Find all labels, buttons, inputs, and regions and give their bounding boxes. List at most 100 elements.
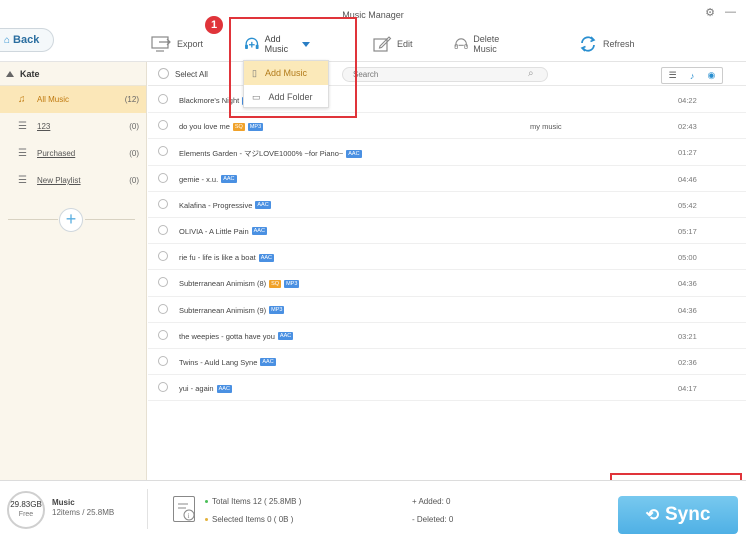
row-checkbox[interactable] bbox=[158, 303, 168, 314]
edit-icon bbox=[373, 36, 392, 52]
track-duration: 02:36 bbox=[678, 357, 697, 367]
list-view-icon[interactable]: ☰ bbox=[669, 70, 677, 81]
minimize-icon[interactable]: — bbox=[725, 6, 736, 19]
track-duration: 05:00 bbox=[678, 253, 697, 263]
export-icon bbox=[151, 36, 171, 52]
annotation-number-1: 1 bbox=[205, 16, 223, 34]
refresh-button[interactable]: Refresh bbox=[578, 30, 635, 58]
sidebar-item-purchased[interactable]: ☰ Purchased (0) bbox=[0, 140, 146, 167]
track-title-text: Subterranean Animism (9) bbox=[179, 305, 267, 315]
add-playlist-button[interactable]: + bbox=[59, 208, 83, 232]
sidebar-item-all-music[interactable]: ♫ All Music (12) bbox=[0, 86, 146, 113]
format-badge: MP3 bbox=[284, 279, 300, 288]
home-icon: ⌂ bbox=[4, 34, 11, 46]
track-title: Elements Garden - マジLOVE1000% ~for Piano… bbox=[179, 148, 362, 159]
table-row[interactable]: OLIVIA - A Little Pain AAC 05:17 bbox=[148, 218, 746, 245]
table-row[interactable]: gemie - x.u. AAC 04:46 bbox=[148, 166, 746, 192]
settings-icon[interactable]: ⚙ bbox=[705, 6, 715, 19]
track-title: Subterranean Animism (9) MP3 bbox=[179, 305, 285, 315]
collapse-icon[interactable] bbox=[6, 70, 14, 77]
format-badge: AAC bbox=[216, 384, 232, 393]
sidebar-item-label: 123 bbox=[37, 122, 51, 131]
row-checkbox[interactable] bbox=[158, 172, 168, 183]
edit-button[interactable]: Edit bbox=[372, 30, 413, 58]
search-icon[interactable]: ⌕ bbox=[528, 68, 534, 79]
format-badge: AAC bbox=[260, 358, 276, 367]
row-checkbox[interactable] bbox=[158, 329, 168, 340]
app-title: Music Manager bbox=[342, 10, 404, 20]
total-dot-icon bbox=[205, 500, 208, 504]
format-badge: MP3 bbox=[269, 306, 285, 314]
annotation-box-1 bbox=[229, 17, 357, 118]
table-row[interactable]: Twins - Auld Lang Syne AAC 02:36 bbox=[148, 349, 746, 376]
track-album: my music bbox=[530, 122, 562, 132]
track-title: Subterranean Animism (8) SQ MP3 bbox=[179, 279, 300, 288]
disc-view-icon[interactable]: ◉ bbox=[708, 70, 716, 81]
storage-free-label: Free bbox=[18, 511, 34, 518]
track-title-text: Elements Garden - マジLOVE1000% ~for Piano… bbox=[179, 149, 344, 159]
delete-music-button[interactable]: Delete Music bbox=[454, 30, 507, 58]
row-checkbox[interactable] bbox=[158, 251, 168, 262]
table-row[interactable]: yui - again AAC 04:17 bbox=[148, 375, 746, 402]
sync-button[interactable]: ⟲ Sync bbox=[618, 496, 738, 534]
row-checkbox[interactable] bbox=[158, 94, 168, 104]
format-badge: MP3 bbox=[247, 122, 264, 131]
table-row[interactable]: Subterranean Animism (8) SQ MP3 04:36 bbox=[148, 270, 746, 297]
table-row[interactable]: Subterranean Animism (9) MP3 04:36 bbox=[148, 297, 746, 323]
track-title: Twins - Auld Lang Syne AAC bbox=[179, 358, 276, 367]
track-title: yui - again AAC bbox=[179, 384, 232, 393]
back-label: Back bbox=[13, 34, 40, 46]
format-badge: SQ bbox=[269, 279, 282, 288]
add-playlist: + bbox=[0, 208, 147, 232]
sidebar-item-count: (12) bbox=[124, 95, 139, 104]
table-row[interactable]: the weepies - gotta have you AAC 03:21 bbox=[148, 323, 746, 349]
info-icon: i bbox=[173, 496, 195, 522]
row-checkbox[interactable] bbox=[158, 382, 168, 393]
status-bar: 29.83GB Free Music 12items / 25.8MB i To… bbox=[0, 480, 746, 538]
playlist-icon: ☰ bbox=[18, 121, 27, 132]
delete-music-icon bbox=[454, 38, 468, 49]
divider bbox=[85, 219, 135, 220]
row-checkbox[interactable] bbox=[158, 120, 168, 131]
table-row[interactable]: rie fu - life is like a boat AAC 05:00 bbox=[148, 244, 746, 271]
row-checkbox[interactable] bbox=[158, 198, 168, 209]
track-list: Blackmore's NightAAC04:22do you love meS… bbox=[148, 87, 746, 402]
sidebar-item-123[interactable]: ☰ 123 (0) bbox=[0, 113, 146, 140]
added-stat: + Added: 0 bbox=[412, 497, 451, 506]
storage-ring: 29.83GB Free bbox=[7, 491, 45, 529]
table-row[interactable]: Kalafina - Progressive AAC 05:42 bbox=[148, 192, 746, 218]
format-badge: AAC bbox=[251, 227, 267, 236]
headphones-icon: ♫ bbox=[18, 94, 26, 105]
format-badge: SQ bbox=[232, 122, 245, 131]
track-title-text: Kalafina - Progressive bbox=[179, 200, 253, 210]
table-row[interactable]: Elements Garden - マジLOVE1000% ~for Piano… bbox=[148, 139, 746, 166]
search-input[interactable] bbox=[342, 67, 548, 82]
format-badge: AAC bbox=[258, 253, 275, 262]
back-button[interactable]: ⌂ Back bbox=[0, 28, 54, 52]
track-title-text: do you love me bbox=[179, 122, 230, 132]
row-checkbox[interactable] bbox=[158, 355, 168, 366]
track-title: do you love me SQ MP3 bbox=[179, 122, 264, 132]
select-all-label[interactable]: Select All bbox=[175, 70, 208, 79]
device-header[interactable]: Kate bbox=[0, 62, 146, 86]
track-duration: 05:17 bbox=[678, 226, 697, 236]
track-title-text: Twins - Auld Lang Syne bbox=[179, 357, 258, 367]
row-checkbox[interactable] bbox=[158, 277, 168, 288]
select-all-checkbox[interactable] bbox=[158, 68, 169, 79]
window-controls: ⚙ — bbox=[705, 6, 736, 19]
track-title-text: gemie - x.u. bbox=[179, 174, 219, 184]
sidebar-item-count: (0) bbox=[129, 149, 139, 158]
track-title-text: yui - again bbox=[179, 384, 214, 394]
track-title: gemie - x.u. AAC bbox=[179, 175, 237, 184]
track-title-text: OLIVIA - A Little Pain bbox=[179, 226, 249, 236]
row-checkbox[interactable] bbox=[158, 224, 168, 235]
delete-music-label: Delete Music bbox=[473, 34, 500, 54]
row-checkbox[interactable] bbox=[158, 146, 168, 157]
format-badge: AAC bbox=[346, 149, 362, 158]
music-summary: 12items / 25.8MB bbox=[52, 508, 115, 517]
export-button[interactable]: Export bbox=[150, 30, 203, 58]
sidebar-item-new-playlist[interactable]: ☰ New Playlist (0) bbox=[0, 167, 146, 194]
artist-view-icon[interactable]: ♪ bbox=[690, 71, 695, 81]
selected-items-text: Selected Items 0 ( 0B ) bbox=[212, 515, 294, 524]
sidebar: Kate ♫ All Music (12) ☰ 123 (0) ☰ Purcha… bbox=[0, 62, 147, 480]
